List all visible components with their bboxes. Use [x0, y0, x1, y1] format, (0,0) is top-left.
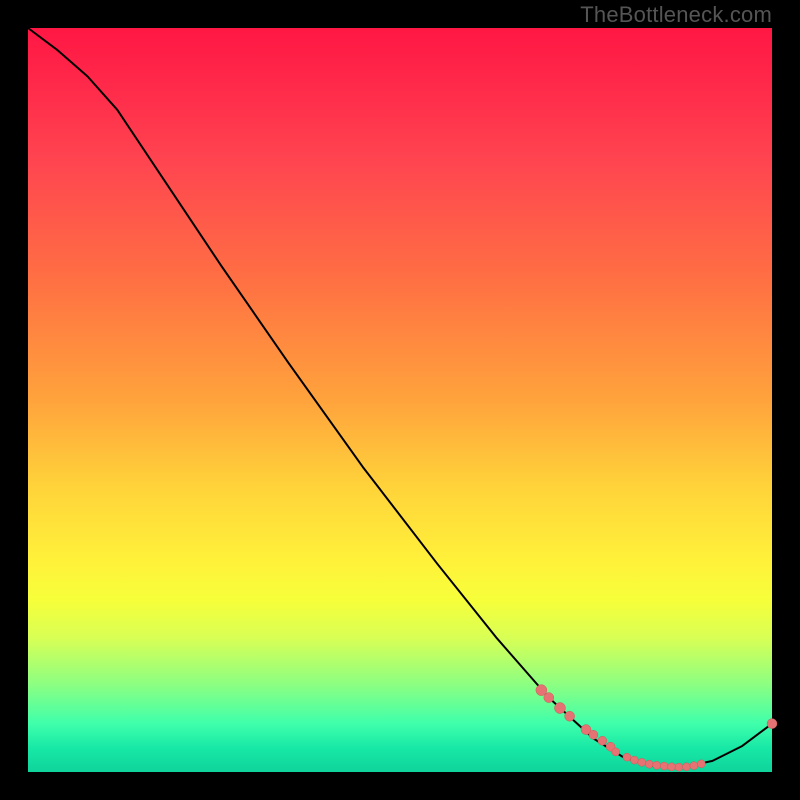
data-point	[544, 693, 554, 703]
data-point	[623, 753, 631, 761]
bottleneck-curve	[28, 28, 772, 768]
data-point	[630, 756, 638, 764]
data-point	[697, 760, 705, 768]
data-point	[638, 758, 646, 766]
data-point	[554, 703, 565, 714]
data-point	[675, 763, 683, 771]
data-point	[565, 711, 575, 721]
data-point	[589, 730, 598, 739]
data-point	[668, 763, 676, 771]
data-point	[598, 736, 607, 745]
data-point	[612, 748, 620, 756]
watermark-text: TheBottleneck.com	[580, 2, 772, 28]
chart-frame: TheBottleneck.com	[0, 0, 800, 800]
data-point	[645, 760, 653, 768]
data-point	[660, 762, 668, 770]
plot-area	[28, 28, 772, 772]
data-points	[536, 685, 777, 772]
curve-layer	[28, 28, 772, 772]
data-point	[690, 762, 698, 770]
data-point	[682, 763, 690, 771]
data-point	[767, 719, 777, 729]
data-point	[653, 761, 661, 769]
